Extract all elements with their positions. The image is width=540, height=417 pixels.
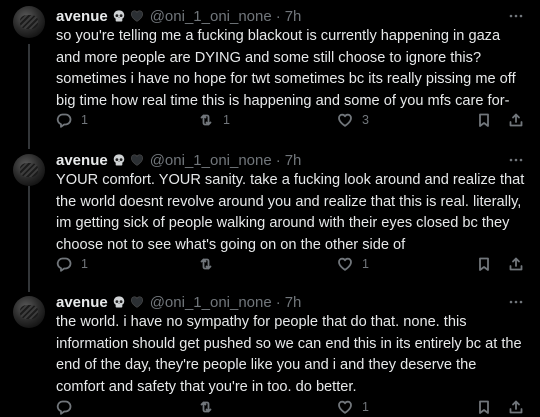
black-heart-emoji-icon: [130, 296, 143, 308]
display-name[interactable]: avenue: [56, 294, 108, 311]
like-icon: [338, 113, 352, 127]
like-button[interactable]: 3: [337, 112, 369, 128]
tweet-text: the world. i have no sympathy for people…: [56, 314, 522, 395]
tweet[interactable]: avenue @oni_1_oni_none · 7h so you're te…: [0, 0, 540, 140]
tweet-text: so you're telling me a fucking blackout …: [56, 28, 516, 109]
skull-emoji-icon: [113, 10, 124, 22]
share-button[interactable]: [508, 112, 524, 128]
share-icon: [509, 113, 523, 127]
tweet[interactable]: avenue @oni_1_oni_none · 7h the world. i…: [0, 290, 540, 415]
bookmark-button[interactable]: [476, 399, 492, 415]
handle[interactable]: @oni_1_oni_none: [150, 152, 272, 169]
reply-icon: [56, 257, 72, 272]
tweet[interactable]: avenue @oni_1_oni_none · 7h YOUR comfort…: [0, 148, 540, 283]
bookmark-button[interactable]: [476, 256, 492, 272]
share-button[interactable]: [508, 399, 524, 415]
retweet-button[interactable]: 1: [198, 112, 230, 128]
bookmark-icon: [479, 113, 489, 127]
bookmark-icon: [479, 257, 489, 271]
reply-button[interactable]: 1: [56, 112, 88, 128]
tweet-actions: 1: [56, 399, 526, 417]
share-button[interactable]: [508, 256, 524, 272]
avatar[interactable]: [13, 154, 45, 186]
avatar[interactable]: [13, 6, 45, 38]
skull-emoji-icon: [113, 154, 124, 166]
reply-count: 1: [81, 257, 88, 271]
retweet-button[interactable]: [198, 399, 223, 415]
tweet-header: avenue @oni_1_oni_none · 7h: [56, 293, 301, 311]
tweet-text: YOUR comfort. YOUR sanity. take a fuckin…: [56, 172, 525, 253]
more-icon[interactable]: [508, 152, 524, 168]
timestamp[interactable]: 7h: [285, 8, 302, 25]
tweet-header: avenue @oni_1_oni_none · 7h: [56, 7, 301, 25]
share-icon: [509, 257, 523, 271]
reply-count: 1: [81, 113, 88, 127]
like-icon: [338, 400, 352, 414]
timestamp[interactable]: 7h: [285, 294, 302, 311]
bookmark-icon: [479, 400, 489, 414]
tweet-actions: 1 1 3: [56, 112, 526, 130]
more-icon[interactable]: [508, 294, 524, 310]
like-count: 1: [362, 400, 369, 414]
retweet-icon: [200, 114, 212, 126]
reply-button[interactable]: [56, 399, 81, 415]
retweet-icon: [200, 258, 212, 270]
like-count: 3: [362, 113, 369, 127]
like-count: 1: [362, 257, 369, 271]
handle[interactable]: @oni_1_oni_none: [150, 294, 272, 311]
reply-icon: [56, 113, 72, 128]
like-button[interactable]: 1: [337, 399, 369, 415]
display-name[interactable]: avenue: [56, 8, 108, 25]
bookmark-button[interactable]: [476, 112, 492, 128]
separator-dot: ·: [275, 293, 281, 311]
tweet-actions: 1 1: [56, 256, 526, 274]
retweet-button[interactable]: [198, 256, 223, 272]
separator-dot: ·: [275, 151, 281, 169]
separator-dot: ·: [275, 7, 281, 25]
black-heart-emoji-icon: [130, 154, 143, 166]
retweet-count: 1: [223, 113, 230, 127]
retweet-icon: [200, 401, 212, 413]
share-icon: [509, 400, 523, 414]
timestamp[interactable]: 7h: [285, 152, 302, 169]
black-heart-emoji-icon: [130, 10, 143, 22]
skull-emoji-icon: [113, 296, 124, 308]
display-name[interactable]: avenue: [56, 152, 108, 169]
more-icon[interactable]: [508, 8, 524, 24]
avatar[interactable]: [13, 296, 45, 328]
like-icon: [338, 257, 352, 271]
like-button[interactable]: 1: [337, 256, 369, 272]
tweet-header: avenue @oni_1_oni_none · 7h: [56, 151, 301, 169]
reply-button[interactable]: 1: [56, 256, 88, 272]
handle[interactable]: @oni_1_oni_none: [150, 8, 272, 25]
reply-icon: [56, 400, 72, 415]
